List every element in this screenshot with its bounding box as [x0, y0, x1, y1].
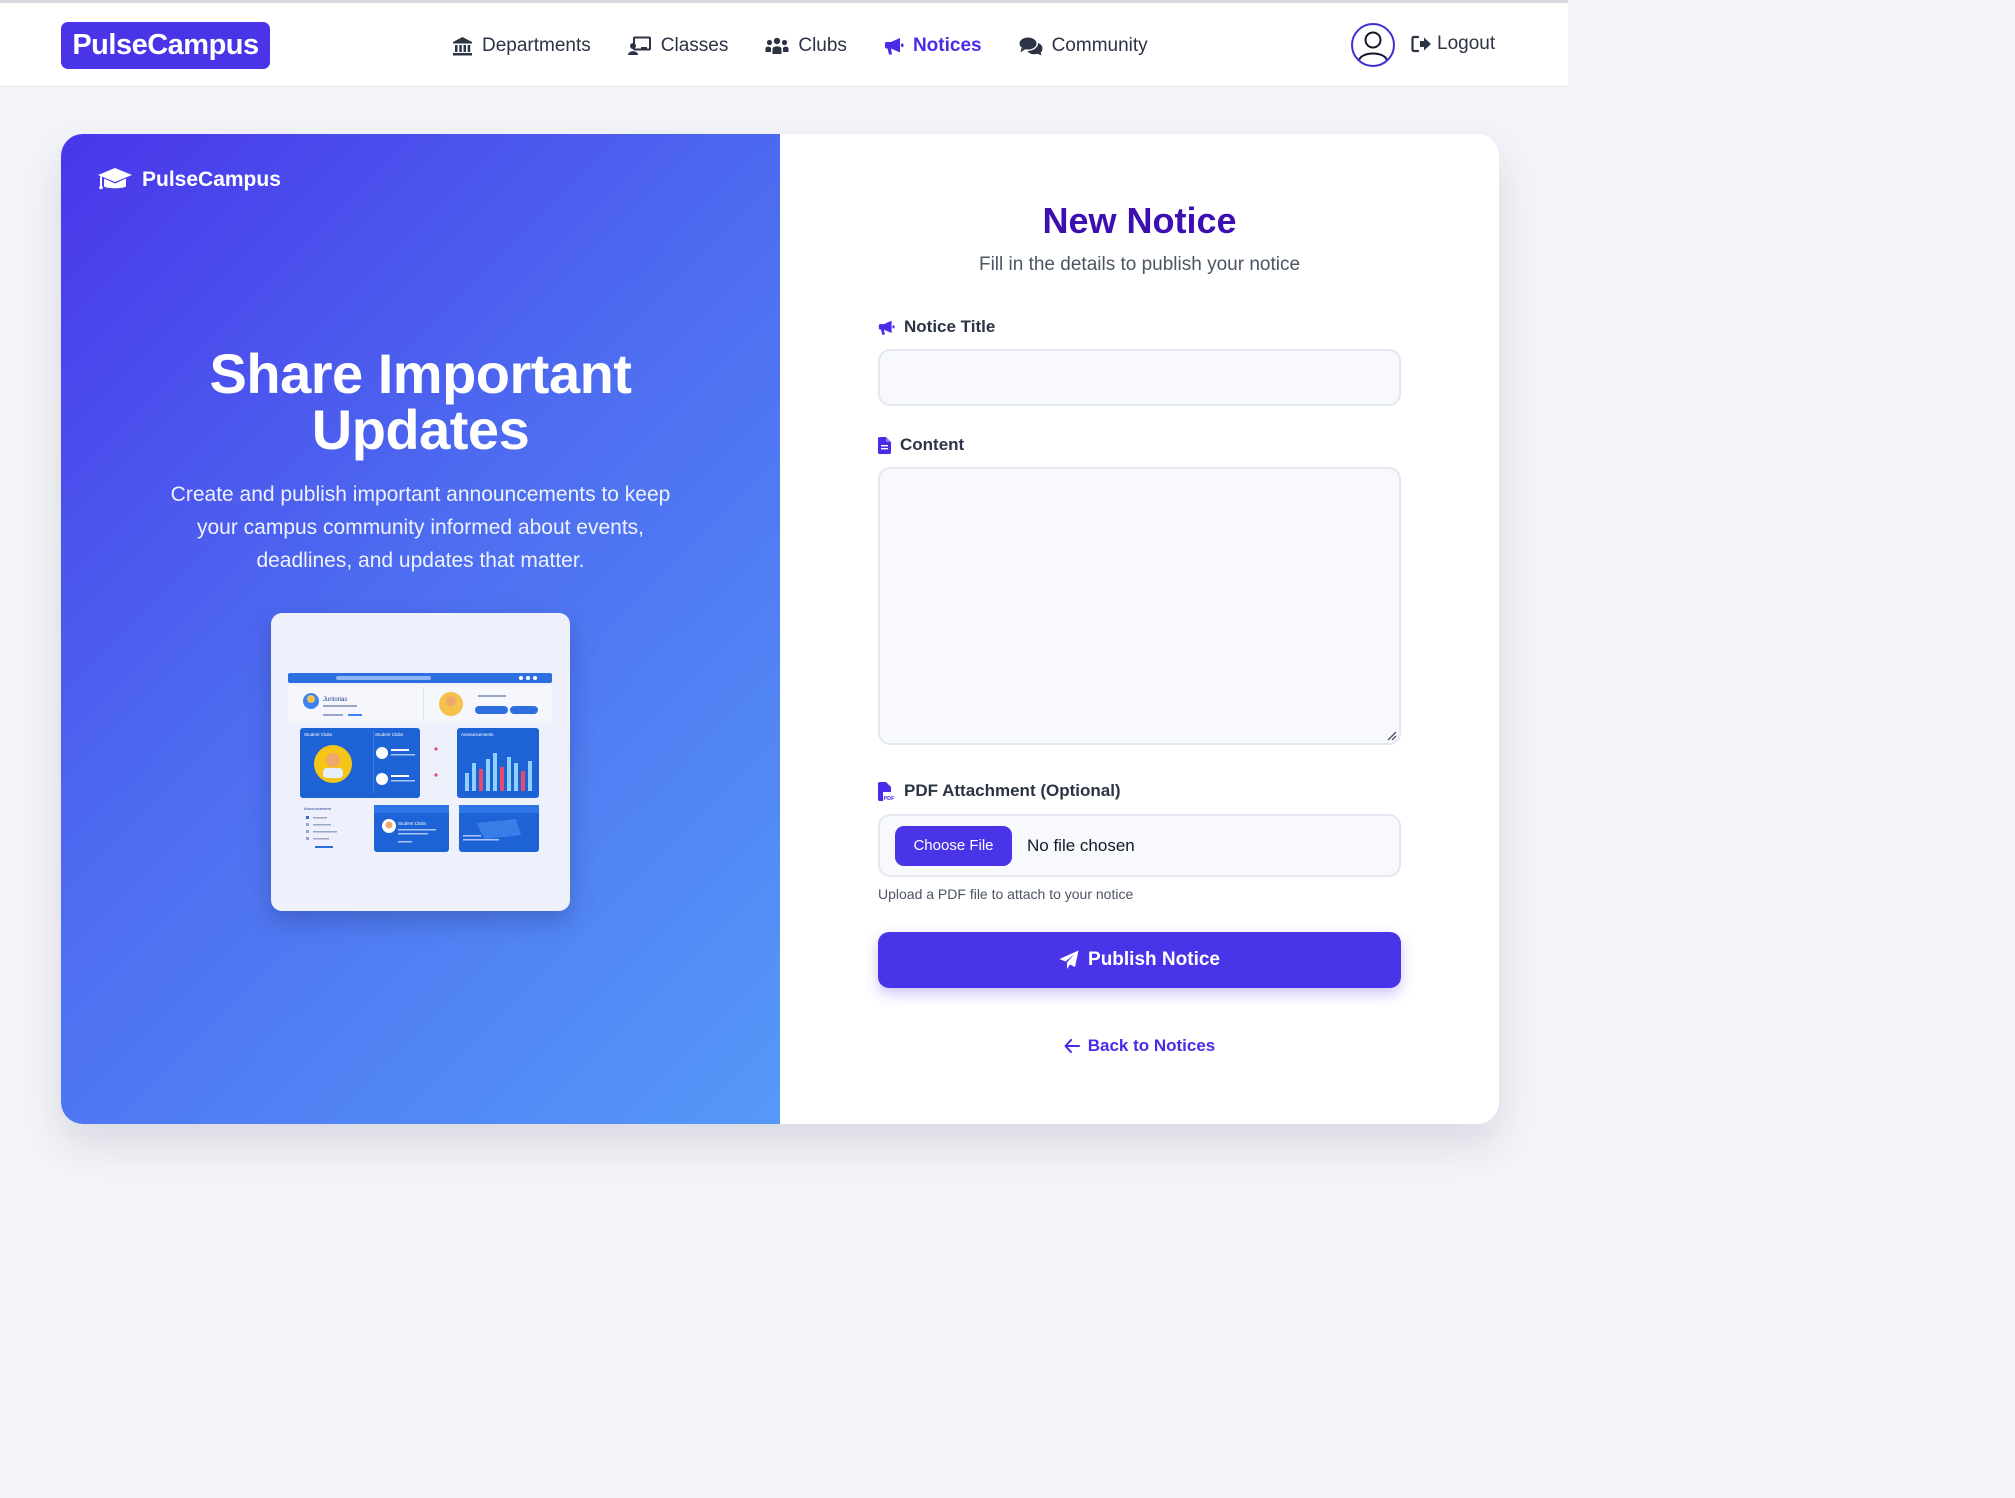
content-label: Content	[878, 435, 964, 455]
people-group-icon	[765, 37, 789, 54]
preview-bar	[486, 759, 490, 791]
preview-panel-title: Announcements	[461, 732, 494, 737]
file-pdf-icon: PDF	[878, 781, 896, 801]
bullhorn-icon	[878, 320, 895, 335]
preview-bar	[514, 763, 518, 791]
hero-description: Create and publish important announcemen…	[170, 483, 671, 572]
sign-out-icon	[1411, 35, 1431, 53]
file-status: No file chosen	[1027, 835, 1135, 855]
preview-bar	[528, 761, 532, 791]
notice-title-label: Notice Title	[878, 317, 995, 337]
preview-bar	[500, 767, 504, 791]
dashboard-preview-image: Juntorias Student Clubs Student Clubs An…	[271, 613, 570, 911]
hero-brand-label: PulseCampus	[142, 168, 281, 191]
top-navbar: PulseCampus Departments Classes Clubs No…	[0, 3, 1568, 87]
preview-bar	[479, 769, 483, 791]
comments-icon	[1019, 37, 1043, 56]
back-to-notices-link[interactable]: Back to Notices	[780, 1036, 1499, 1056]
publish-label: Publish Notice	[1088, 949, 1220, 970]
preview-bar	[507, 757, 511, 791]
dashboard-illustration: Juntorias Student Clubs Student Clubs An…	[288, 673, 552, 852]
nav-link-label: Notices	[912, 35, 982, 56]
resize-handle-icon[interactable]	[1385, 729, 1397, 741]
preview-panel-title: Announcement	[304, 806, 332, 811]
preview-bar	[465, 773, 469, 791]
nav-link-community[interactable]: Community	[1019, 35, 1148, 57]
nav-link-departments[interactable]: Departments	[452, 35, 591, 57]
publish-notice-button[interactable]: Publish Notice	[878, 932, 1401, 988]
preview-panel-title: Student Clubs	[375, 732, 404, 737]
bullhorn-icon	[884, 38, 904, 55]
nav-link-clubs[interactable]: Clubs	[765, 35, 847, 57]
hero-brand: PulseCampus	[97, 166, 281, 194]
nav-link-label: Community	[1051, 35, 1148, 56]
logout-label: Logout	[1437, 33, 1496, 54]
nav-link-label: Classes	[660, 35, 729, 56]
form-subtitle: Fill in the details to publish your noti…	[978, 254, 1301, 275]
nav-link-classes[interactable]: Classes	[627, 35, 729, 57]
arrow-left-icon	[1064, 1039, 1080, 1053]
preview-panel-title: Student Clubs	[304, 732, 333, 737]
notice-title-input[interactable]	[878, 349, 1401, 406]
notice-title-label-text: Notice Title	[904, 317, 996, 336]
new-notice-card: PulseCampus Share Important Updates Crea…	[61, 134, 1499, 1124]
preview-bar	[472, 763, 476, 791]
logout-link[interactable]: Logout	[1411, 33, 1495, 55]
building-columns-icon	[453, 37, 472, 56]
graduation-cap-icon	[98, 168, 132, 190]
nav-link-notices[interactable]: Notices	[884, 35, 982, 57]
preview-profile-name: Juntorias	[323, 697, 347, 703]
chalkboard-user-icon	[627, 36, 651, 55]
preview-card-name: Student Clubs	[398, 821, 427, 826]
content-label-text: Content	[900, 435, 965, 454]
paper-plane-icon	[1059, 950, 1079, 969]
nav-link-label: Clubs	[798, 35, 847, 56]
choose-file-button[interactable]: Choose File	[895, 825, 1012, 866]
preview-bar	[493, 753, 497, 791]
main-nav: Departments Classes Clubs Notices Commun…	[452, 31, 1185, 61]
content-textarea[interactable]	[878, 467, 1401, 745]
hero-title: Share Important Updates	[209, 342, 632, 461]
notice-form-panel: New Notice Fill in the details to publis…	[780, 134, 1499, 1124]
preview-bar	[521, 771, 525, 791]
user-avatar[interactable]	[1351, 23, 1395, 67]
attachment-hint: Upload a PDF file to attach to your noti…	[878, 886, 1134, 902]
form-title: New Notice	[1042, 200, 1237, 241]
hero-panel: PulseCampus Share Important Updates Crea…	[61, 134, 780, 1124]
file-lines-icon	[878, 436, 891, 454]
brand-logo[interactable]: PulseCampus	[61, 22, 270, 69]
svg-text:PDF: PDF	[884, 796, 896, 801]
user-icon	[1358, 31, 1388, 62]
attachment-label: PDF PDF Attachment (Optional)	[878, 781, 1121, 801]
nav-link-label: Departments	[482, 35, 591, 56]
back-label: Back to Notices	[1087, 1036, 1216, 1055]
attachment-label-text: PDF Attachment (Optional)	[904, 781, 1121, 800]
pdf-file-input[interactable]: Choose File No file chosen	[878, 814, 1401, 877]
